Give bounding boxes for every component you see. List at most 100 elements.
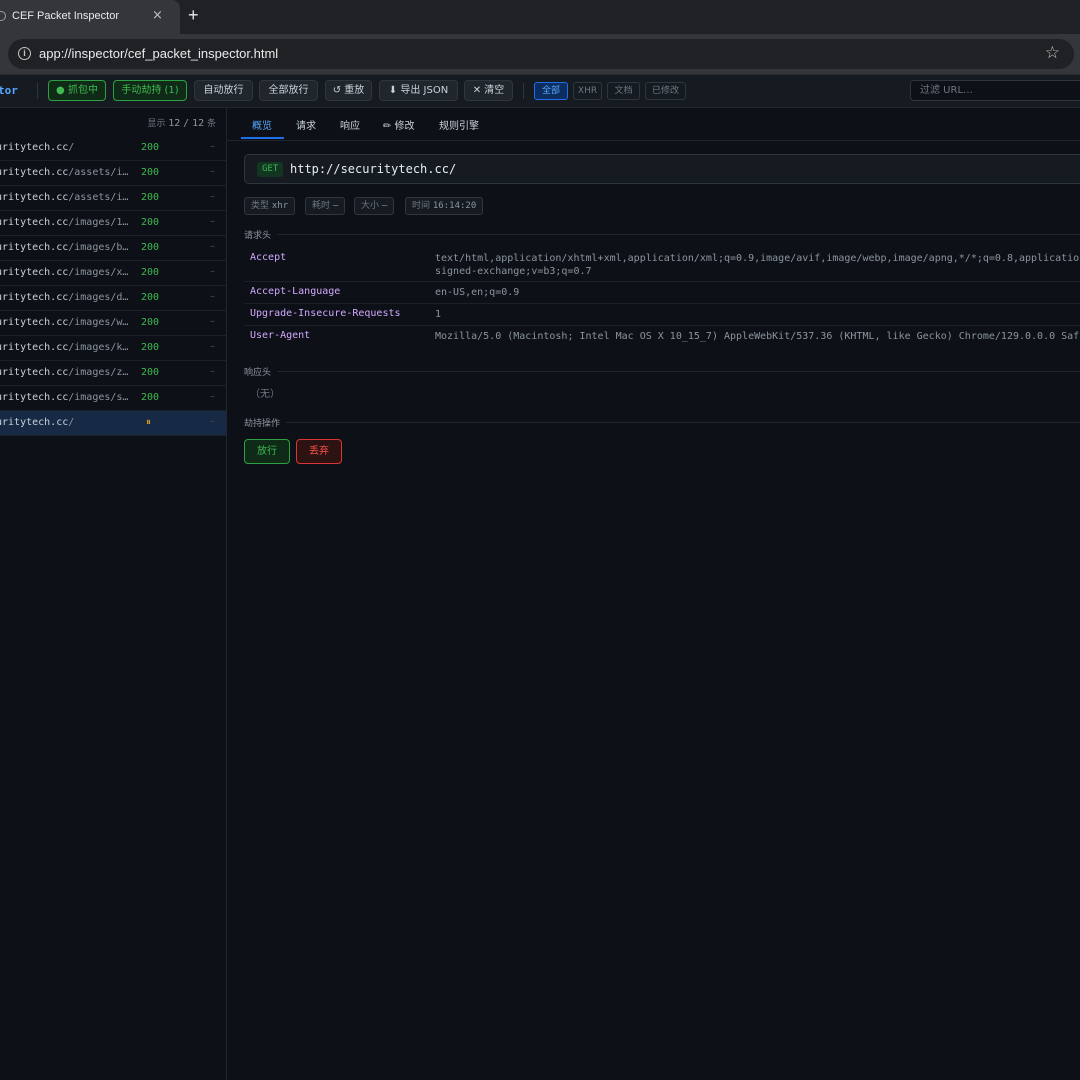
row-size: – bbox=[210, 216, 215, 227]
address-bar: i app://inspector/cef_packet_inspector.h… bbox=[0, 34, 1080, 75]
tab-response[interactable]: 响应 bbox=[340, 117, 360, 132]
row-status: 200 bbox=[141, 267, 160, 278]
export-json-button[interactable]: ⬇ 导出 JSON bbox=[379, 80, 458, 101]
row-size: – bbox=[210, 416, 215, 427]
row-status: 200 bbox=[141, 167, 160, 178]
address-url[interactable]: app://inspector/cef_packet_inspector.htm… bbox=[39, 46, 278, 61]
filter-chip-modified[interactable]: 已修改 bbox=[645, 82, 686, 100]
row-size: – bbox=[210, 141, 215, 152]
omnibox[interactable]: i app://inspector/cef_packet_inspector.h… bbox=[8, 39, 1074, 69]
release-all-button[interactable]: 全部放行 bbox=[259, 80, 318, 101]
row-status: 200 bbox=[141, 317, 160, 328]
section-title: 响应头 bbox=[244, 365, 278, 378]
row-path: /images/s… bbox=[68, 392, 129, 403]
row-status: 200 bbox=[141, 292, 160, 303]
request-row[interactable]: uritytech.cc/images/d… 200 – bbox=[0, 286, 226, 311]
request-row[interactable]: uritytech.cc/assets/i… 200 – bbox=[0, 161, 226, 186]
row-host: uritytech.cc bbox=[0, 242, 69, 253]
row-host: uritytech.cc bbox=[0, 192, 69, 203]
row-path: /images/x… bbox=[68, 267, 129, 278]
capture-toggle-button[interactable]: ● 抓包中 bbox=[48, 80, 106, 101]
meta-key: 时间 bbox=[412, 201, 431, 211]
row-size: – bbox=[210, 391, 215, 402]
meta-value: – bbox=[332, 201, 339, 211]
request-row-selected[interactable]: uritytech.cc/ ⏸ – bbox=[0, 411, 226, 436]
meta-type: 类型 xhr bbox=[244, 197, 296, 215]
filter-chip-xhr[interactable]: XHR bbox=[573, 82, 602, 100]
new-tab-icon[interactable]: + bbox=[188, 5, 199, 26]
meta-value: – bbox=[381, 201, 388, 211]
meta-key: 耗时 bbox=[312, 201, 331, 211]
tab-modify[interactable]: ✏ 修改 bbox=[383, 117, 415, 132]
request-headers-section: 请求头 bbox=[244, 228, 1080, 241]
header-value: 1 bbox=[435, 309, 442, 320]
row-size: – bbox=[210, 291, 215, 302]
close-tab-icon[interactable]: × bbox=[152, 8, 163, 23]
row-status: 200 bbox=[141, 367, 160, 378]
row-status: 200 bbox=[141, 192, 160, 203]
request-row[interactable]: uritytech.cc/images/x… 200 – bbox=[0, 261, 226, 286]
manual-hold-button[interactable]: 手动劫持 (1) bbox=[113, 80, 187, 101]
clear-button[interactable]: ✕ 清空 bbox=[464, 80, 513, 101]
release-button[interactable]: 放行 bbox=[244, 439, 290, 464]
row-status: 200 bbox=[141, 142, 160, 153]
row-path: /assets/i… bbox=[68, 167, 129, 178]
url-filter-input[interactable] bbox=[910, 80, 1080, 101]
auto-release-button[interactable]: 自动放行 bbox=[194, 80, 253, 101]
detail-tabs: 概览 请求 响应 ✏ 修改 规则引擎 bbox=[227, 108, 1080, 141]
row-host: uritytech.cc bbox=[0, 142, 69, 153]
row-size: – bbox=[210, 341, 215, 352]
filter-chip-document[interactable]: 文档 bbox=[607, 82, 640, 100]
request-row[interactable]: uritytech.cc/images/s… 200 – bbox=[0, 386, 226, 411]
bookmark-star-icon[interactable]: ☆ bbox=[1045, 43, 1060, 63]
request-detail-pane: 概览 请求 响应 ✏ 修改 规则引擎 GET http://securityte… bbox=[227, 108, 1080, 1080]
header-row: Accept-Language en-US,en;q=0.9 bbox=[244, 282, 1080, 304]
tab-request[interactable]: 请求 bbox=[296, 117, 316, 132]
row-path: /images/b… bbox=[68, 242, 129, 253]
request-row[interactable]: uritytech.cc/images/w… 200 – bbox=[0, 311, 226, 336]
method-badge: GET bbox=[257, 162, 284, 177]
row-host: uritytech.cc bbox=[0, 392, 69, 403]
header-row: Accept text/html,application/xhtml+xml,a… bbox=[244, 248, 1080, 282]
count-unit: 条 bbox=[206, 119, 216, 129]
header-key: User-Agent bbox=[250, 330, 311, 341]
request-row[interactable]: uritytech.cc/images/1… 200 – bbox=[0, 211, 226, 236]
row-size: – bbox=[210, 316, 215, 327]
header-value: text/html,application/xhtml+xml,applicat… bbox=[435, 253, 1080, 277]
tab-overview[interactable]: 概览 bbox=[252, 117, 272, 132]
row-path: /images/z… bbox=[68, 367, 129, 378]
app-toolbar: tor ● 抓包中 手动劫持 (1) 自动放行 全部放行 ↺ 重放 ⬇ 导出 J… bbox=[0, 75, 1080, 108]
meta-value: 16:14:20 bbox=[432, 201, 477, 211]
section-title: 请求头 bbox=[244, 228, 278, 241]
replay-button[interactable]: ↺ 重放 bbox=[325, 80, 372, 101]
row-path: /images/k… bbox=[68, 342, 129, 353]
row-path: /images/d… bbox=[68, 292, 129, 303]
header-key: Upgrade-Insecure-Requests bbox=[250, 308, 401, 319]
row-status: 200 bbox=[141, 392, 160, 403]
request-list-pane: 显示 12 / 12 条 uritytech.cc/200– uritytech… bbox=[0, 108, 227, 1080]
request-row[interactable]: uritytech.cc/images/k… 200 – bbox=[0, 336, 226, 361]
request-row[interactable]: uritytech.cc/assets/i… 200 – bbox=[0, 186, 226, 211]
meta-time: 时间 16:14:20 bbox=[405, 197, 484, 215]
row-size: – bbox=[210, 191, 215, 202]
browser-tab[interactable]: CEF Packet Inspector × bbox=[0, 0, 180, 34]
drop-button[interactable]: 丢弃 bbox=[296, 439, 342, 464]
site-info-icon[interactable]: i bbox=[18, 47, 31, 60]
tab-rule-engine[interactable]: 规则引擎 bbox=[439, 117, 479, 132]
row-host: uritytech.cc bbox=[0, 217, 69, 228]
browser-tab-bar: CEF Packet Inspector × + bbox=[0, 0, 1080, 34]
row-host: uritytech.cc bbox=[0, 167, 69, 178]
no-response-headers: （无） bbox=[250, 389, 280, 400]
header-value: Mozilla/5.0 (Macintosh; Intel Mac OS X 1… bbox=[435, 331, 1080, 342]
section-title: 劫持操作 bbox=[244, 416, 287, 429]
hold-actions-section: 劫持操作 bbox=[244, 416, 1080, 429]
request-row[interactable]: uritytech.cc/images/z… 200 – bbox=[0, 361, 226, 386]
request-row[interactable]: uritytech.cc/images/b… 200 – bbox=[0, 236, 226, 261]
paused-icon: ⏸ bbox=[146, 417, 151, 428]
request-row[interactable]: uritytech.cc/ 200 – bbox=[0, 136, 226, 161]
filter-chip-all[interactable]: 全部 bbox=[534, 82, 568, 100]
count-shown: 12 bbox=[168, 118, 181, 129]
count-label: 显示 bbox=[147, 119, 166, 129]
header-row: User-Agent Mozilla/5.0 (Macintosh; Intel… bbox=[244, 326, 1080, 348]
toolbar-divider bbox=[37, 83, 38, 99]
